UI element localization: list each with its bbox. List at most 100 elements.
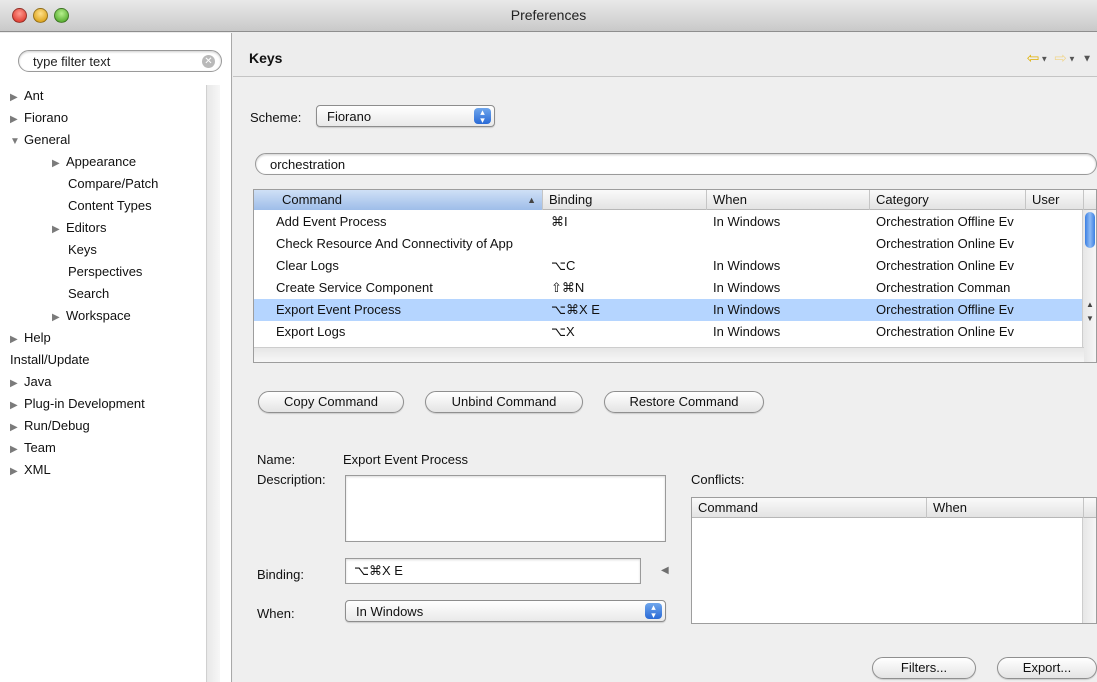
nav-arrows: ⇦▼ ⇨▼ ▼ [1027,49,1093,67]
tree-item-keys[interactable]: Keys [0,239,206,261]
tree-item-label: Plug-in Development [24,396,145,411]
collapsed-arrow-icon[interactable]: ▶ [10,395,24,417]
tree-item-team[interactable]: ▶ Team [0,437,206,459]
name-label: Name: [257,452,296,467]
restore-command-button[interactable]: Restore Command [604,391,764,413]
tree-item-xml[interactable]: ▶ XML [0,459,206,481]
keys-search-input[interactable] [270,157,1050,172]
cell-when: In Windows [713,302,781,317]
column-binding[interactable]: Binding [543,190,707,210]
binding-value: ⌥⌘X E [354,563,403,578]
tree-item-fiorano[interactable]: ▶ Fiorano [0,107,206,129]
conflicts-column-command[interactable]: Command [692,498,927,518]
copy-command-button[interactable]: Copy Command [258,391,404,413]
tree-item-label: XML [24,462,51,477]
collapsed-arrow-icon[interactable]: ▶ [52,219,66,241]
title-bar: Preferences [0,0,1097,32]
sort-ascending-icon: ▲ [527,195,536,205]
cell-binding: ⇧⌘N [551,280,585,295]
collapsed-arrow-icon[interactable]: ▶ [10,373,24,395]
cell-binding: ⌥⌘X E [551,302,600,317]
scroll-down-icon[interactable]: ▼ [1086,314,1094,323]
tree-item-label: Perspectives [68,264,143,279]
scheme-value: Fiorano [327,109,372,124]
cell-when: In Windows [713,280,781,295]
expanded-arrow-icon[interactable]: ▼ [10,131,24,153]
tree-item-compare-patch[interactable]: Compare/Patch [0,173,206,195]
tree-item-editors[interactable]: ▶ Editors [0,217,206,239]
binding-label: Binding: [257,567,304,582]
filter-input[interactable] [33,54,201,69]
table-row[interactable]: Add Event Process ⌘I In Windows Orchestrati… [254,211,1084,233]
cell-command: Add Event Process [276,214,387,229]
forward-arrow-icon[interactable]: ⇨ [1054,50,1068,67]
binding-field[interactable]: ⌥⌘X E [345,558,641,584]
collapsed-arrow-icon[interactable]: ▶ [10,329,24,351]
filters-button[interactable]: Filters... [872,657,976,679]
tree-item-label: Run/Debug [24,418,90,433]
tree-item-plug-in-development[interactable]: ▶ Plug-in Development [0,393,206,415]
column-command-label: Command [282,192,342,207]
tree-item-label: Search [68,286,110,301]
table-row[interactable]: Check Resource And Connectivity of App Or… [254,233,1084,255]
scroll-up-icon[interactable]: ▲ [1086,300,1094,309]
unbind-command-button[interactable]: Unbind Command [425,391,583,413]
tree-item-java[interactable]: ▶ Java [0,371,206,393]
tree-item-appearance[interactable]: ▶ Appearance [0,151,206,173]
forward-menu-icon[interactable]: ▼ [1068,55,1077,64]
cell-command: Export Logs [276,324,346,339]
tree-item-label: Keys [68,242,97,257]
scroll-thumb[interactable] [1085,212,1095,248]
column-category[interactable]: Category [870,190,1026,210]
page-title: Keys [249,50,283,66]
conflicts-column-when[interactable]: When [927,498,1084,518]
back-menu-icon[interactable]: ▼ [1040,55,1049,64]
filter-field[interactable]: ✕ [18,50,222,72]
cell-binding [551,233,711,255]
tree-item-run-debug[interactable]: ▶ Run/Debug [0,415,206,437]
view-menu-icon[interactable]: ▼ [1082,54,1093,65]
cell-when: In Windows [713,324,781,339]
tree-item-install-update[interactable]: Install/Update [0,349,206,371]
column-user[interactable]: User [1026,190,1084,210]
tree-item-content-types[interactable]: Content Types [0,195,206,217]
conflicts-vscrollbar[interactable] [1082,518,1096,623]
cell-category: Orchestration Online Ev [876,324,1015,339]
cell-when [713,233,873,255]
keys-table-hscrollbar[interactable] [254,347,1084,362]
collapsed-arrow-icon[interactable]: ▶ [52,307,66,329]
keys-table-vscrollbar[interactable]: ▲ ▼ [1082,210,1096,362]
export-button[interactable]: Export... [997,657,1097,679]
tree-item-label: Ant [24,88,44,103]
column-command[interactable]: Command ▲ [254,190,543,210]
table-row[interactable]: Clear Logs ⌥C In Windows Orchestration Onli… [254,255,1084,277]
table-row[interactable]: Export Event Process ⌥⌘X E In Windows Orche… [254,299,1084,321]
collapsed-arrow-icon[interactable]: ▶ [10,87,24,109]
tree-item-general[interactable]: ▼ General [0,129,206,151]
keys-search-field[interactable] [255,153,1097,175]
tree-item-label: Compare/Patch [68,176,159,191]
tree-item-label: Editors [66,220,107,235]
tree-item-ant[interactable]: ▶ Ant [0,85,206,107]
tree-item-perspectives[interactable]: Perspectives [0,261,206,283]
tree-item-search[interactable]: Search [0,283,206,305]
sidebar-scrollbar[interactable] [206,85,220,682]
tree-item-workspace[interactable]: ▶ Workspace [0,305,206,327]
tree-item-help[interactable]: ▶ Help [0,327,206,349]
collapsed-arrow-icon[interactable]: ▶ [10,109,24,131]
scheme-select[interactable]: Fiorano ▴ ▾ [316,105,495,127]
cell-binding: ⌘I [551,214,568,229]
column-when[interactable]: When [707,190,870,210]
back-arrow-icon[interactable]: ⇦ [1027,50,1041,67]
collapsed-arrow-icon[interactable]: ▶ [10,461,24,483]
binding-menu-icon[interactable]: ◀ [661,565,669,576]
clear-filter-icon[interactable]: ✕ [202,55,215,68]
collapsed-arrow-icon[interactable]: ▶ [10,417,24,439]
collapsed-arrow-icon[interactable]: ▶ [10,439,24,461]
when-select[interactable]: In Windows ▴ ▾ [345,600,666,622]
preferences-tree: ▶ Ant ▶ Fiorano ▼ General ▶ Appearance Compare/P… [0,85,206,481]
collapsed-arrow-icon[interactable]: ▶ [52,153,66,175]
table-row[interactable]: Export Logs ⌥X In Windows Orchestration Onl… [254,321,1084,343]
description-field[interactable] [345,475,666,542]
table-row[interactable]: Create Service Component ⇧⌘N In Windows Orc… [254,277,1084,299]
